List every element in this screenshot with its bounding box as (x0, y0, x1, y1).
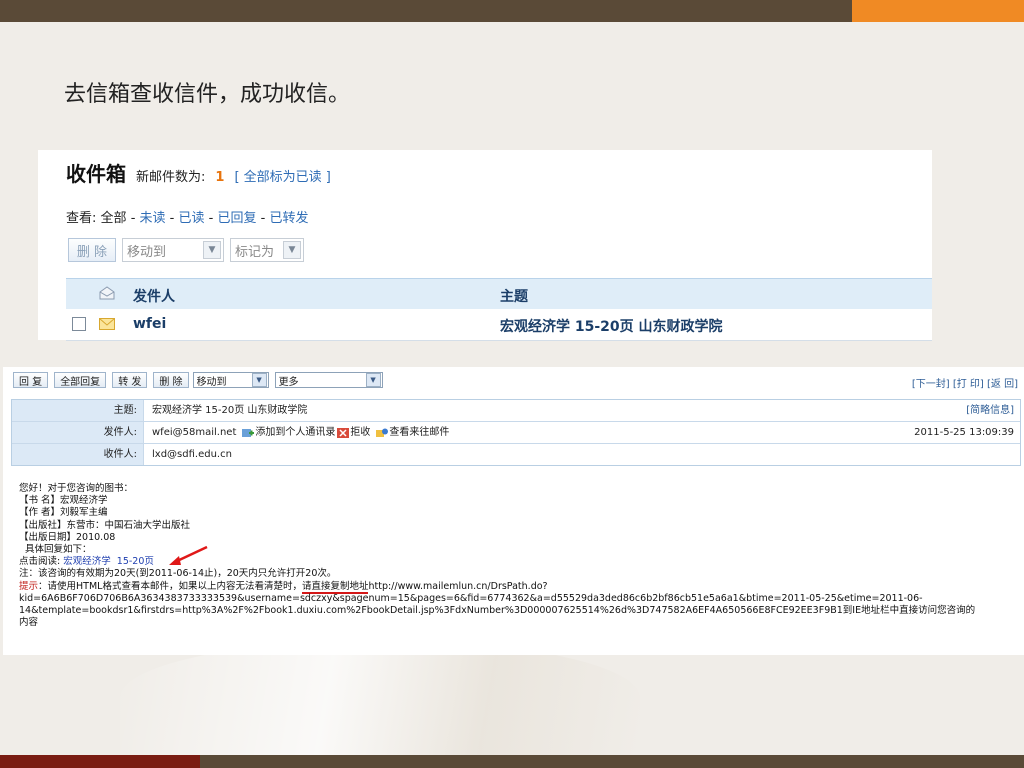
chevron-down-icon: ▼ (203, 241, 221, 259)
subject-value: 宏观经济学 15-20页 山东财政学院 (152, 405, 308, 416)
reply-all-button[interactable]: 全部回复 (54, 372, 107, 388)
body-line: 【出版社】东营市：中国石油大学出版社 (19, 519, 191, 531)
view-label: 查看: (66, 211, 97, 226)
brief-info-link[interactable]: [简略信息] (966, 400, 1014, 421)
subject-row: 主题: 宏观经济学 15-20页 山东财政学院 [简略信息] (12, 400, 1020, 422)
row-checkbox[interactable] (72, 317, 86, 331)
subject-label: 主题: (12, 400, 144, 421)
view-history-link[interactable]: 查看来往邮件 (389, 422, 449, 443)
delete-button[interactable]: 删 除 (153, 372, 189, 388)
read-link[interactable]: 宏观经济学 15-20页 (63, 556, 154, 567)
envelope-open-icon (99, 286, 115, 300)
more-value: 更多 (278, 376, 299, 388)
chevron-down-icon: ▼ (251, 373, 267, 387)
view-replied-link[interactable]: 已回复 (217, 211, 256, 226)
history-icon (376, 428, 389, 437)
to-value: lxd@sdfi.edu.cn (152, 449, 232, 460)
url-line[interactable]: kid=6A6B6F706D706B6A3634383733333539&use… (19, 593, 1009, 605)
column-header-sender[interactable]: 发件人 (133, 286, 175, 306)
tip-text: ：请使用HTML格式查看本邮件，如果以上内容无法看清楚时， (38, 580, 302, 592)
tip-line: 提示：请使用HTML格式查看本邮件，如果以上内容无法看清楚时，请直接复制地址ht… (19, 580, 1009, 594)
reject-icon (337, 427, 350, 438)
view-unread-link[interactable]: 未读 (140, 211, 166, 226)
body-line: 您好！对于您咨询的图书： (19, 483, 134, 494)
table-row[interactable]: wfei 宏观经济学 15-20页 山东财政学院 (66, 310, 932, 341)
slide-heading: 去信箱查收信件，成功收信。 (64, 82, 351, 107)
inbox-toolbar: 删 除 移动到 ▼ 标记为 ▼ (68, 238, 304, 262)
tip-copy-text: 请直接复制地址 (301, 580, 369, 594)
message-panel: 回 复 全部回复 转 发 删 除 移动到 ▼ 更多 ▼ [下一封] [打 印] … (3, 367, 1024, 655)
move-to-select[interactable]: 移动到 ▼ (122, 238, 224, 262)
top-bar-accent (852, 0, 1024, 22)
top-bar (0, 0, 852, 22)
to-row: 收件人: lxd@sdfi.edu.cn (12, 444, 1020, 465)
add-contact-link[interactable]: 添加到个人通讯录 (255, 422, 335, 443)
column-header-subject[interactable]: 主题 (500, 286, 528, 306)
move-to-value: 移动到 (196, 376, 227, 388)
from-label: 发件人: (12, 422, 144, 443)
view-filter-row: 查看: 全部 - 未读 - 已读 - 已回复 - 已转发 (66, 211, 309, 226)
note-line: 注：该咨询的有效期为20天(到2011-06-14止)，20天内只允许打开20次… (19, 568, 337, 580)
forward-button[interactable]: 转 发 (112, 372, 148, 388)
body-line: 【出版日期】2010.08 (19, 531, 116, 543)
view-all[interactable]: 全部 (101, 211, 127, 226)
bottom-bar-accent (0, 755, 200, 768)
new-count-label: 新邮件数为: (136, 170, 206, 185)
body-line: 【作 者】刘毅军主编 (19, 507, 108, 519)
message-toolbar: 回 复 全部回复 转 发 删 除 移动到 ▼ 更多 ▼ (13, 372, 383, 388)
envelope-icon (99, 318, 115, 330)
url-line[interactable]: http://www.mailemlun.cn/DrsPath.do? (368, 581, 547, 592)
inbox-title: 收件箱 (66, 162, 126, 186)
reject-link[interactable]: 拒收 (350, 422, 370, 443)
new-count: 1 (215, 170, 225, 185)
move-to-value: 移动到 (127, 244, 167, 260)
view-read-link[interactable]: 已读 (179, 211, 205, 226)
message-date: 2011-5-25 13:09:39 (914, 427, 1014, 438)
body-line: 【书 名】宏观经济学 (19, 495, 108, 507)
message-nav-links[interactable]: [下一封] [打 印] [返 回] (912, 375, 1018, 390)
reply-button[interactable]: 回 复 (13, 372, 49, 388)
inbox-panel: 收件箱 新邮件数为: 1 [ 全部标为已读 ] 查看: 全部 - 未读 - 已读… (38, 150, 932, 341)
inbox-title-row: 收件箱 新邮件数为: 1 [ 全部标为已读 ] (66, 158, 331, 187)
row-sender[interactable]: wfei (133, 316, 166, 332)
view-forwarded-link[interactable]: 已转发 (269, 211, 308, 226)
mark-all-read-link[interactable]: [ 全部标为已读 ] (234, 166, 330, 185)
url-line[interactable]: 14&template=bookdsr1&firstdrs=http%3A%2F… (19, 605, 1009, 617)
mark-as-select[interactable]: 标记为 ▼ (230, 238, 304, 262)
url-line: 内容 (19, 617, 39, 629)
read-prefix: 点击阅读: (19, 556, 61, 568)
row-subject[interactable]: 宏观经济学 15-20页 山东财政学院 (500, 316, 723, 336)
add-contact-icon (242, 428, 255, 437)
red-arrow-annotation (169, 545, 208, 565)
chevron-down-icon: ▼ (283, 241, 301, 259)
more-select[interactable]: 更多 ▼ (274, 372, 383, 388)
to-label: 收件人: (12, 444, 144, 465)
delete-button[interactable]: 删 除 (68, 238, 116, 262)
mark-as-value: 标记为 (235, 244, 275, 260)
decorative-book-image (120, 640, 640, 755)
from-value: wfei@58mail.net (152, 427, 237, 438)
message-header-table: 主题: 宏观经济学 15-20页 山东财政学院 [简略信息] 发件人: wfei… (11, 399, 1021, 466)
tip-label: 提示 (19, 580, 39, 592)
chevron-down-icon: ▼ (365, 373, 381, 387)
from-row: 发件人: wfei@58mail.net 添加到个人通讯录 拒收 查看来往邮件 … (12, 422, 1020, 444)
inbox-table-header: 发件人 主题 (66, 278, 932, 309)
move-to-select[interactable]: 移动到 ▼ (192, 372, 269, 388)
